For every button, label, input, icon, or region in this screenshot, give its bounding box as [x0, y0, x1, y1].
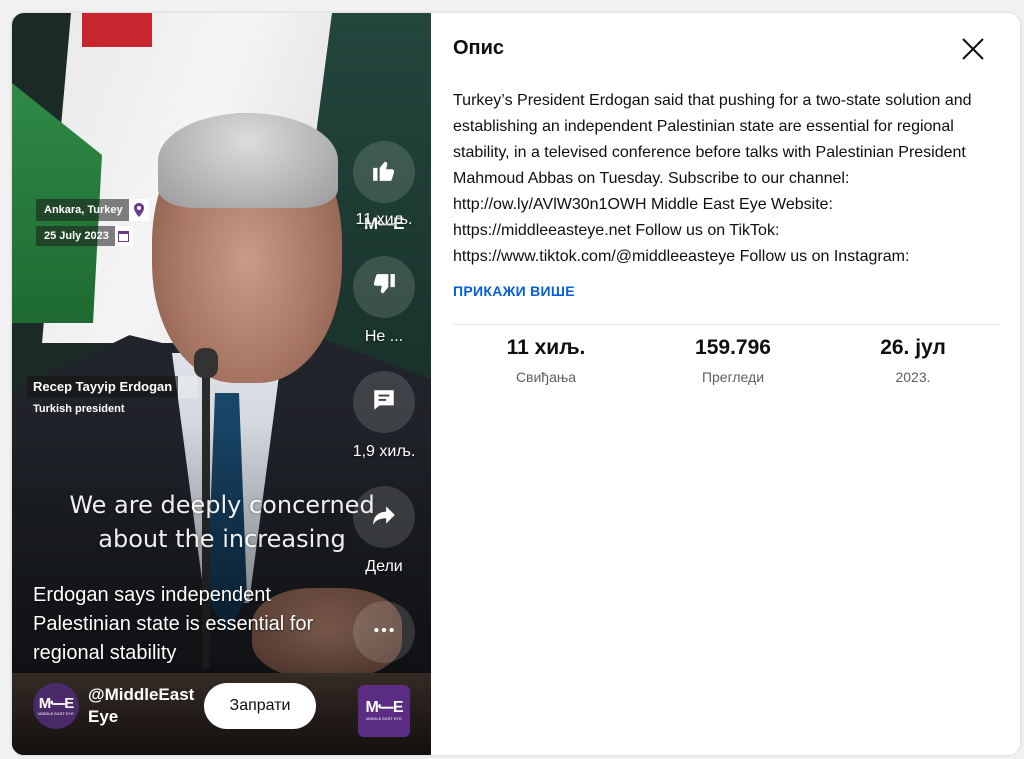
channel-row: M⹃E MIDDLE EAST EYE @MiddleEast Eye Запра…: [33, 683, 316, 729]
like-count: 11 хиљ.: [355, 211, 413, 228]
show-more-link[interactable]: ПРИКАЖИ ВИШЕ: [453, 283, 575, 299]
comment-icon: [371, 387, 397, 418]
dislike-button[interactable]: [353, 256, 415, 318]
calendar-icon: [114, 226, 133, 246]
stat-views-value: 159.796: [695, 336, 771, 359]
dislike-label: Не ...: [364, 328, 404, 345]
stat-date-value: 26. јул: [880, 336, 946, 359]
stat-likes-label: Свиђања: [515, 369, 577, 385]
share-label: Дели: [365, 558, 403, 575]
like-button[interactable]: [353, 141, 415, 203]
stat-date: 26. јул 2023.: [823, 336, 1003, 385]
video-title[interactable]: Erdogan says independent Palestinian sta…: [33, 581, 323, 668]
location-tag: Ankara, Turkey: [36, 199, 149, 221]
location-text: Ankara, Turkey: [44, 204, 123, 216]
video-player[interactable]: Ankara, Turkey 25 July 2023 M⹃E Recep Ta…: [12, 13, 431, 755]
subscribe-button[interactable]: Запрати: [204, 683, 316, 729]
close-icon: [960, 36, 986, 67]
date-tag: 25 July 2023: [36, 226, 133, 246]
date-text: 25 July 2023: [44, 230, 109, 242]
thumbs-down-icon: [371, 272, 397, 303]
location-pin-icon: [128, 199, 149, 221]
stat-likes-value: 11 хиљ.: [506, 336, 586, 359]
stat-likes: 11 хиљ. Свиђања: [456, 336, 636, 385]
more-dots-icon: [371, 617, 397, 648]
close-button[interactable]: [957, 35, 989, 67]
share-arrow-icon: [371, 502, 397, 533]
shorts-viewer: Ankara, Turkey 25 July 2023 M⹃E Recep Ta…: [12, 13, 1020, 755]
stat-date-year: 2023.: [895, 369, 931, 385]
stat-views-label: Прегледи: [701, 369, 765, 385]
speaker-name: Recep Tayyip Erdogan: [27, 376, 179, 397]
stat-views: 159.796 Прегледи: [643, 336, 823, 385]
divider: [453, 324, 999, 325]
comments-button[interactable]: [353, 371, 415, 433]
channel-avatar[interactable]: M⹃E MIDDLE EAST EYE: [33, 683, 79, 729]
channel-name[interactable]: @MiddleEast Eye: [88, 684, 200, 728]
thumbs-up-icon: [371, 157, 397, 188]
channel-logo-badge[interactable]: M⹃E MIDDLE EAST EYE: [358, 685, 410, 737]
panel-title: Опис: [453, 37, 505, 59]
description-panel: Опис Turkey’s President Erdogan said tha…: [431, 13, 1020, 755]
description-text: Turkey’s President Erdogan said that pus…: [453, 92, 972, 265]
comment-count: 1,9 хиљ.: [352, 443, 416, 460]
speaker-role: Turkish president: [33, 403, 125, 415]
more-actions-button[interactable]: [353, 601, 415, 663]
speaker-lower-third: Recep Tayyip Erdogan Turkish president: [27, 376, 199, 420]
share-button[interactable]: [353, 486, 415, 548]
